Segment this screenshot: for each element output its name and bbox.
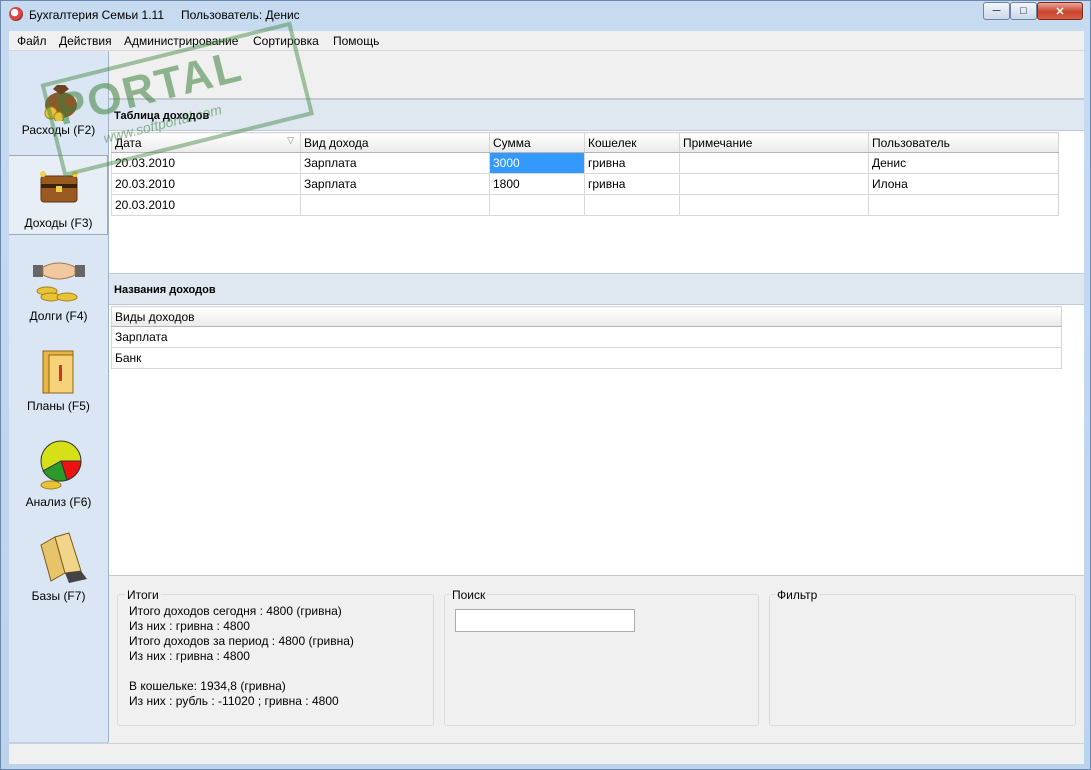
menu-administration[interactable]: Администрирование [124, 34, 238, 48]
cell-note[interactable] [679, 194, 869, 216]
toolbar-area [109, 51, 1084, 99]
cell-income-type[interactable]: Зарплата [300, 152, 490, 174]
cell-wallet[interactable]: гривна [584, 173, 680, 195]
window-title: Бухгалтерия Семьи 1.11 [29, 8, 164, 22]
cell-date[interactable]: 20.03.2010 [111, 194, 301, 216]
table-header-row: Дата ▽ Вид дохода Сумма Кошелек Примечани… [111, 132, 1059, 153]
books-icon [40, 532, 87, 583]
filter-group [769, 594, 1076, 726]
totals-line: В кошельке: 1934,8 (гривна) [129, 679, 286, 693]
sidebar-item-plans[interactable]: Планы (F5) [9, 341, 108, 421]
cell-user[interactable] [868, 194, 1059, 216]
section-title: Таблица доходов [114, 110, 210, 122]
minimize-button[interactable]: ─ [983, 2, 1010, 20]
app-logo-icon [9, 7, 23, 21]
app-window: Бухгалтерия Семьи 1.11 Пользователь: Ден… [0, 0, 1091, 770]
main-panel: Таблица доходов Дата ▽ Вид дохода Сумма К… [109, 51, 1084, 743]
totals-line: Итого доходов за период : 4800 (гривна) [129, 634, 354, 648]
column-header-wallet[interactable]: Кошелек [584, 132, 680, 153]
handshake-coins-icon [33, 262, 85, 302]
sidebar-item-label: Базы (F7) [31, 589, 86, 603]
sidebar-item-debts[interactable]: Долги (F4) [9, 249, 108, 329]
maximize-button[interactable]: □ [1010, 2, 1037, 20]
column-header-income-type[interactable]: Вид дохода [300, 132, 490, 153]
cell-amount[interactable]: 1800 [489, 173, 585, 195]
cell-note[interactable] [679, 173, 869, 195]
totals-line: Из них : гривна : 4800 [129, 649, 250, 663]
sort-indicator-icon: ▽ [287, 135, 294, 145]
close-icon: ✕ [1055, 5, 1065, 18]
cell-income-name[interactable]: Банк [111, 347, 1062, 369]
title-bar: Бухгалтерия Семьи 1.11 Пользователь: Ден… [1, 1, 1090, 29]
close-button[interactable]: ✕ [1037, 2, 1083, 20]
cell-amount[interactable]: 3000 [489, 152, 585, 174]
cell-user[interactable]: Илона [868, 173, 1059, 195]
totals-line: Из них : рубль : -11020 ; гривна : 4800 [129, 694, 339, 708]
search-title: Поиск [450, 588, 488, 602]
sidebar-item-databases[interactable]: Базы (F7) [9, 527, 108, 607]
menu-sorting[interactable]: Сортировка [253, 34, 319, 48]
column-header-amount[interactable]: Сумма [489, 132, 585, 153]
sidebar-item-expenses[interactable]: Расходы (F2) [9, 63, 108, 143]
status-bar [9, 743, 1084, 764]
cell-date[interactable]: 20.03.2010 [111, 173, 301, 195]
menu-help[interactable]: Помощь [333, 34, 379, 48]
money-bag-icon [44, 85, 77, 121]
cell-date[interactable]: 20.03.2010 [111, 152, 301, 174]
menu-bar: Файл Действия Администрирование Сортиров… [9, 31, 1084, 51]
maximize-icon: □ [1020, 5, 1027, 17]
cell-amount[interactable] [489, 194, 585, 216]
sidebar-item-label: Долги (F4) [29, 309, 88, 323]
folder-icon [42, 350, 74, 394]
income-table: Дата ▽ Вид дохода Сумма Кошелек Примечани… [111, 132, 1059, 216]
totals-title: Итоги [125, 588, 161, 602]
income-names-table: Виды доходов Зарплата Банк [111, 306, 1062, 369]
table-row[interactable]: Банк [111, 347, 1062, 369]
totals-line: Из них : гривна : 4800 [129, 619, 250, 633]
sidebar: Расходы (F2) Доходы (F3) Долги (F4) План… [9, 51, 109, 742]
sidebar-item-analysis[interactable]: Анализ (F6) [9, 435, 108, 515]
cell-income-type[interactable] [300, 194, 490, 216]
menu-file[interactable]: Файл [17, 34, 47, 48]
minimize-icon: ─ [992, 5, 1001, 17]
cell-wallet[interactable] [584, 194, 680, 216]
menu-actions[interactable]: Действия [59, 34, 112, 48]
sidebar-item-label: Доходы (F3) [24, 216, 93, 230]
cell-income-type[interactable]: Зарплата [300, 173, 490, 195]
current-user-label: Пользователь: Денис [181, 8, 300, 22]
sidebar-item-label: Расходы (F2) [21, 123, 96, 137]
treasure-chest-icon [40, 171, 78, 203]
table-row[interactable]: Зарплата [111, 326, 1062, 348]
cell-user[interactable]: Денис [868, 152, 1059, 174]
column-header-note[interactable]: Примечание [679, 132, 869, 153]
pie-chart-icon [40, 440, 82, 490]
search-input[interactable] [455, 609, 635, 632]
bottom-panel: Итоги Итого доходов сегодня : 4800 (грив… [109, 575, 1084, 743]
sidebar-item-label: Анализ (F6) [25, 495, 92, 509]
table-row[interactable]: 20.03.2010 Зарплата 1800 гривна Илона [111, 173, 1059, 195]
income-table-header: Таблица доходов [109, 99, 1084, 131]
cell-note[interactable] [679, 152, 869, 174]
sidebar-item-label: Планы (F5) [27, 399, 90, 413]
cell-wallet[interactable]: гривна [584, 152, 680, 174]
filter-title: Фильтр [775, 588, 820, 602]
sidebar-item-income[interactable]: Доходы (F3) [9, 155, 108, 235]
table-row[interactable]: 20.03.2010 [111, 194, 1059, 216]
column-header-income-kinds[interactable]: Виды доходов [111, 306, 1062, 327]
column-header-date[interactable]: Дата ▽ [111, 132, 301, 153]
column-header-user[interactable]: Пользователь [868, 132, 1059, 153]
section-title: Названия доходов [114, 284, 216, 296]
totals-line: Итого доходов сегодня : 4800 (гривна) [129, 604, 342, 618]
income-names-header: Названия доходов [109, 273, 1084, 305]
table-header-row: Виды доходов [111, 306, 1062, 327]
table-row[interactable]: 20.03.2010 Зарплата 3000 гривна Денис [111, 152, 1059, 174]
cell-income-name[interactable]: Зарплата [111, 326, 1062, 348]
